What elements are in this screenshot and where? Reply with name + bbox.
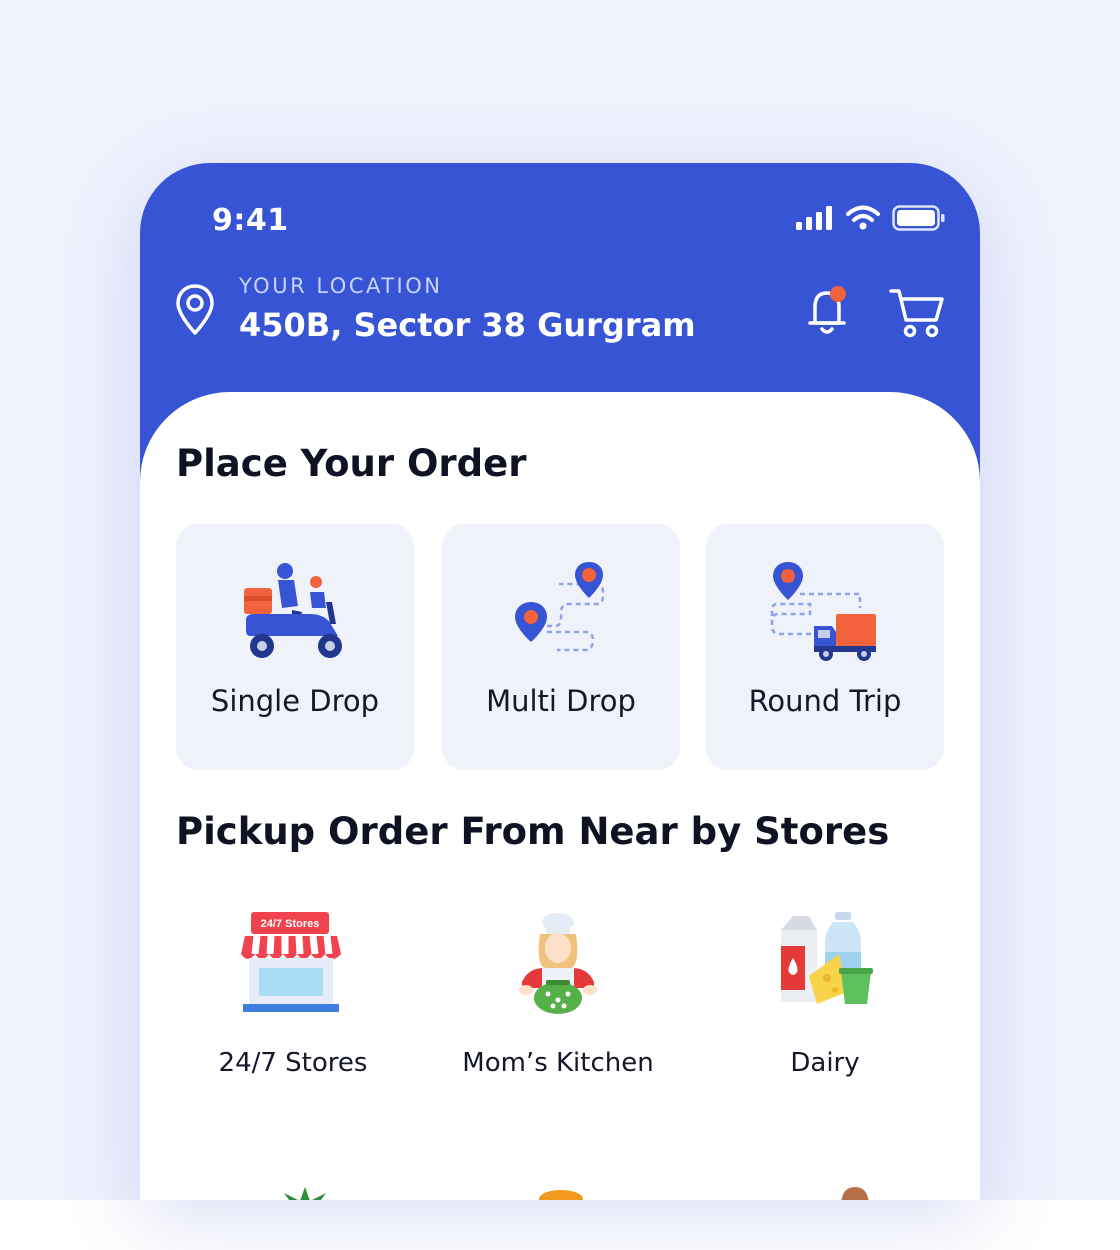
location-pin-icon[interactable] <box>174 283 216 337</box>
dairy-products-icon <box>781 912 873 1004</box>
wifi-icon <box>846 205 880 230</box>
single-drop-label: Single Drop <box>210 684 380 718</box>
signal-icon <box>796 206 832 230</box>
scooter-delivery-icon <box>244 563 342 658</box>
store-sign-text: 24/7 Stores <box>261 918 320 930</box>
multi-pin-route-icon <box>515 562 605 652</box>
phone-screen: 9:41 YOUR LOCATION 450B, Sector 38 Gurgr… <box>140 163 980 1200</box>
round-trip-label: Round Trip <box>748 684 902 718</box>
store-moms-kitchen[interactable]: Mom’s Kitchen <box>438 912 678 1092</box>
store-24-7[interactable]: 24/7 Stores 24/7 Stores <box>173 912 413 1092</box>
status-icons <box>796 203 946 233</box>
battery-icon <box>892 205 945 231</box>
cart-icon[interactable] <box>888 286 946 340</box>
bread-icon <box>841 1187 869 1200</box>
truck-route-icon <box>770 562 876 661</box>
location-caption: YOUR LOCATION <box>239 274 443 298</box>
store-dairy-label: Dairy <box>790 1048 860 1078</box>
plant-icon <box>284 1187 326 1200</box>
content-sheet: Place Your Order Single Drop Multi Drop … <box>140 392 980 1200</box>
store-moms-kitchen-label: Mom’s Kitchen <box>462 1048 654 1078</box>
single-drop-card[interactable]: Single Drop <box>176 524 414 770</box>
multi-drop-card[interactable]: Multi Drop <box>442 524 680 770</box>
location-address[interactable]: 450B, Sector 38 Gurgram <box>239 306 696 344</box>
pie-icon <box>539 1190 583 1200</box>
chef-icon <box>519 913 597 1014</box>
round-trip-card[interactable]: Round Trip <box>706 524 944 770</box>
nearby-stores-title: Pickup Order From Near by Stores <box>176 810 890 853</box>
multi-drop-label: Multi Drop <box>486 684 636 718</box>
status-time: 9:41 <box>212 203 289 238</box>
bell-icon[interactable] <box>805 283 851 339</box>
storefront-icon: 24/7 Stores <box>241 912 341 1012</box>
store-dairy[interactable]: Dairy <box>705 912 945 1092</box>
store-24-7-label: 24/7 Stores <box>218 1048 368 1078</box>
place-order-title: Place Your Order <box>176 442 527 485</box>
page-bottom-strip <box>0 1200 1120 1250</box>
